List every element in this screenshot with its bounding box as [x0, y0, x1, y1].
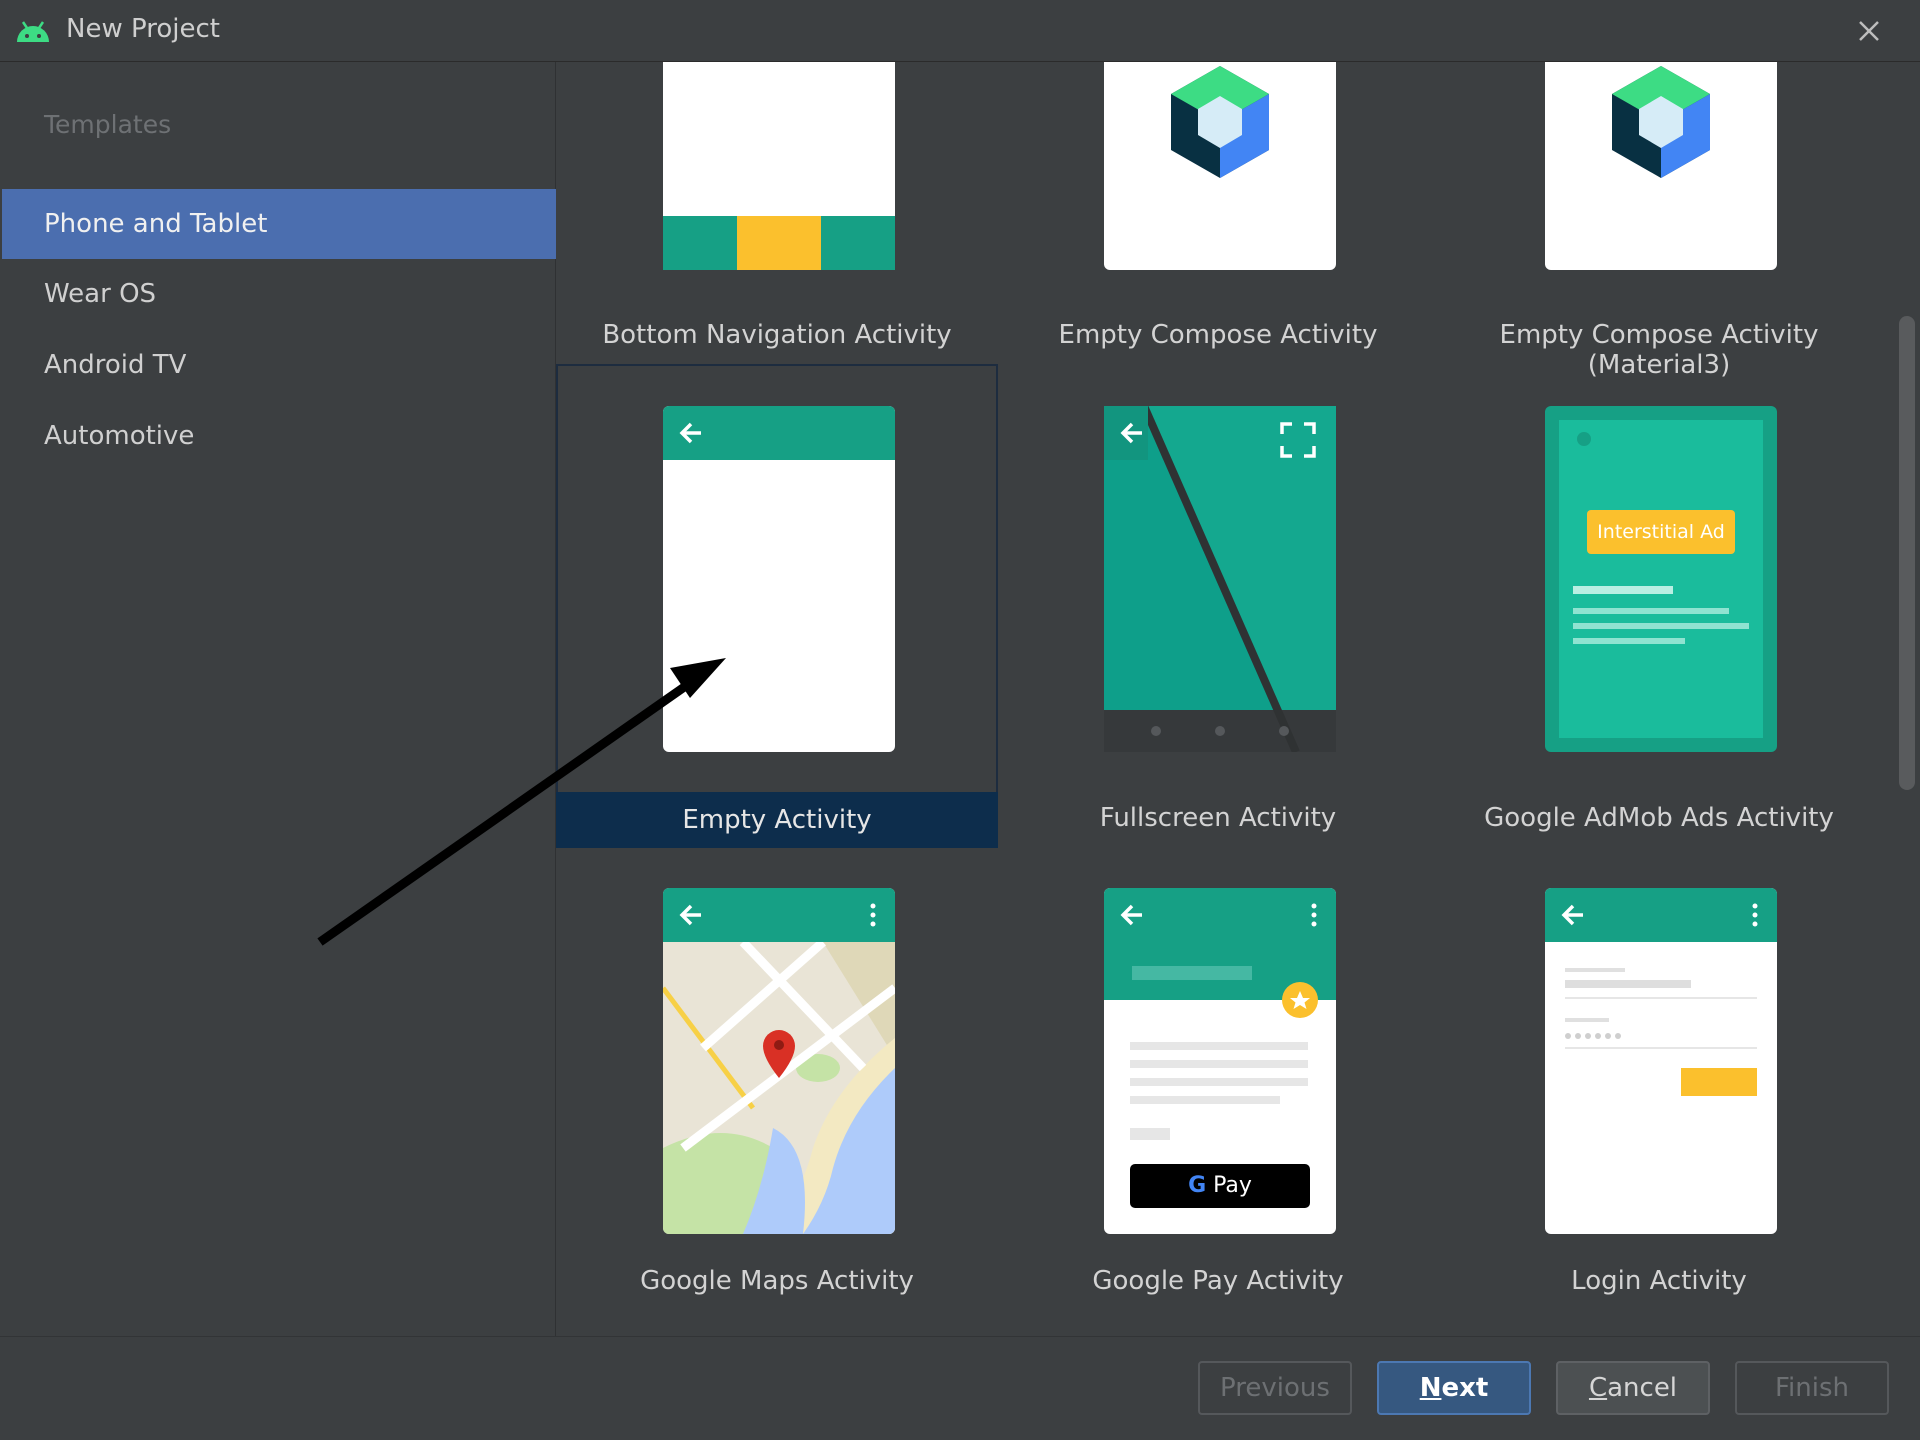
template-bottom-navigation-activity[interactable]: Bottom Navigation Activity [556, 62, 998, 362]
template-google-pay-activity[interactable]: G Pay Google Pay Activity [997, 848, 1439, 1334]
sidebar-item-wear-os[interactable]: Wear OS [2, 259, 556, 329]
sidebar-header: Templates [44, 110, 172, 139]
template-label: Empty Activity [556, 792, 998, 848]
template-label: Google Maps Activity [640, 1266, 914, 1296]
template-empty-compose-activity-material3[interactable]: Empty Compose Activity (Material3) [1438, 62, 1880, 380]
finish-button[interactable]: Finish [1735, 1361, 1889, 1415]
admob-preview: Interstitial Ad [1545, 406, 1777, 752]
sidebar-item-phone-and-tablet[interactable]: Phone and Tablet [2, 189, 556, 259]
dialog-footer: Previous Next Cancel Finish [0, 1336, 1920, 1440]
next-button[interactable]: Next [1377, 1361, 1531, 1415]
template-label: Login Activity [1571, 1266, 1747, 1296]
title-bar: New Project [0, 0, 1920, 62]
more-vert-icon [870, 903, 876, 927]
google-maps-preview [663, 888, 895, 1234]
star-badge-icon [1282, 982, 1318, 1018]
google-g-icon: G [1188, 1173, 1207, 1198]
window-title: New Project [66, 14, 220, 44]
template-label: Fullscreen Activity [1099, 803, 1337, 833]
back-arrow-icon [1120, 904, 1142, 926]
empty-activity-preview [663, 406, 895, 752]
compose-material3-preview [1545, 62, 1777, 270]
template-google-admob-ads-activity[interactable]: Interstitial Ad Google AdMob Ads Activit… [1438, 364, 1880, 848]
android-logo-icon [17, 21, 49, 42]
more-vert-icon [1752, 903, 1758, 927]
scrollbar-thumb[interactable] [1899, 316, 1915, 790]
compose-preview [1104, 62, 1336, 270]
google-pay-button: G Pay [1130, 1164, 1310, 1208]
close-icon[interactable] [1852, 14, 1886, 48]
sidebar-item-android-tv[interactable]: Android TV [2, 330, 556, 400]
template-label: Google AdMob Ads Activity [1484, 803, 1834, 833]
template-label: Empty Compose Activity [1058, 320, 1378, 350]
template-label: Google Pay Activity [1092, 1266, 1344, 1296]
template-login-activity[interactable]: Login Activity [1438, 848, 1880, 1334]
bottom-navigation-preview [663, 62, 895, 270]
interstitial-ad-label: Interstitial Ad [1587, 510, 1735, 554]
template-google-maps-activity[interactable]: Google Maps Activity [556, 848, 998, 1334]
google-pay-preview: G Pay [1104, 888, 1336, 1234]
login-activity-preview [1545, 888, 1777, 1234]
template-label: Bottom Navigation Activity [602, 320, 952, 350]
template-fullscreen-activity[interactable]: Fullscreen Activity [997, 364, 1439, 848]
previous-button[interactable]: Previous [1198, 1361, 1352, 1415]
sidebar-item-automotive[interactable]: Automotive [2, 401, 556, 471]
template-category-sidebar: Templates Phone and Tablet Wear OS Andro… [0, 62, 556, 1336]
template-grid: Bottom Navigation Activity Empty Compose… [556, 62, 1920, 1336]
template-empty-activity[interactable]: Empty Activity [556, 364, 998, 848]
more-vert-icon [1311, 903, 1317, 927]
template-empty-compose-activity[interactable]: Empty Compose Activity [997, 62, 1439, 362]
fullscreen-activity-preview [1104, 406, 1336, 752]
cancel-button[interactable]: Cancel [1556, 1361, 1710, 1415]
